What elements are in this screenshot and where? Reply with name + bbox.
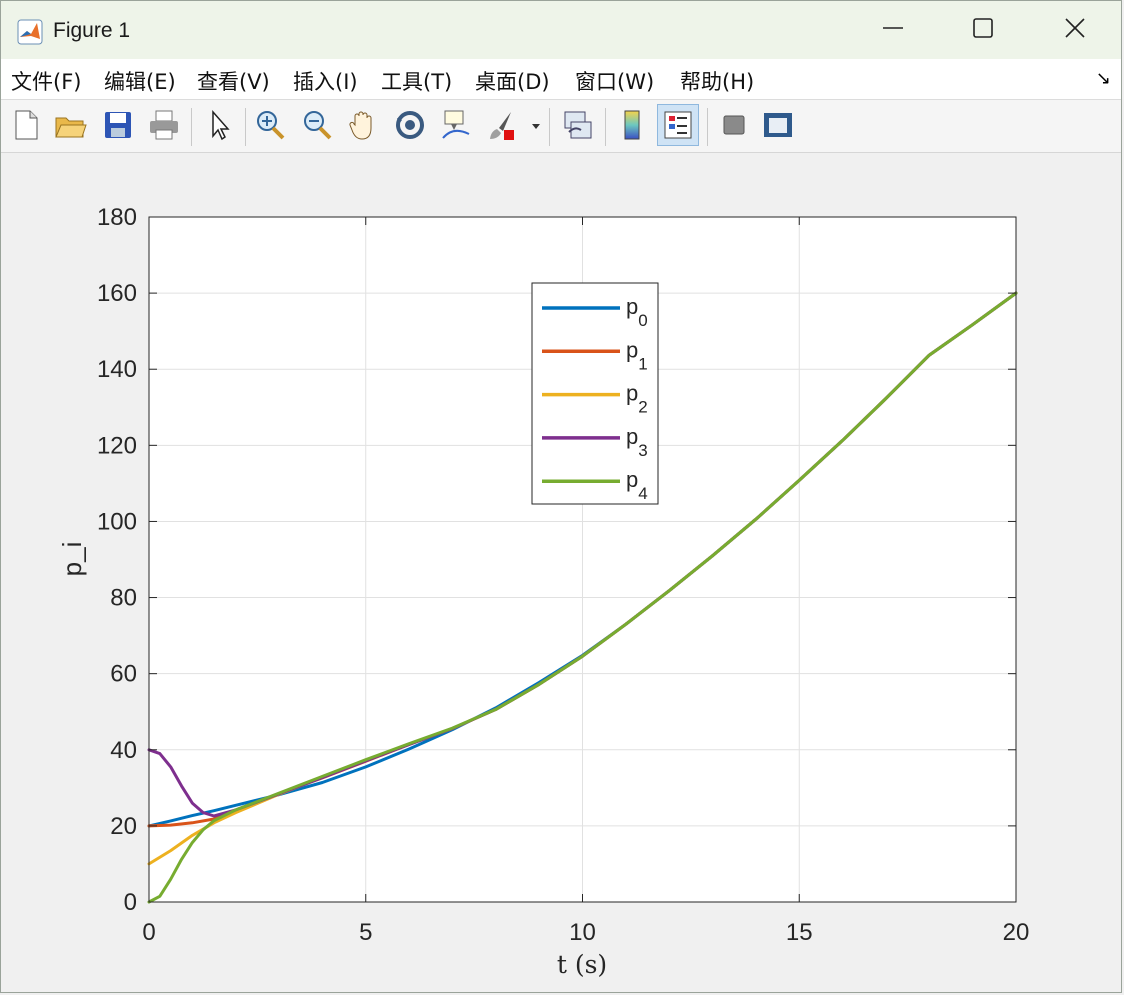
y-tick-label: 160 (97, 280, 137, 307)
y-tick-label: 80 (110, 585, 137, 612)
y-tick-label: 40 (110, 737, 137, 764)
legend-subscript: 1 (638, 354, 647, 373)
y-tick-label: 140 (97, 356, 137, 383)
x-tick-label: 20 (1003, 919, 1030, 946)
y-tick-label: 20 (110, 813, 137, 840)
legend-subscript: 2 (638, 398, 647, 417)
y-tick-label: 100 (97, 508, 137, 535)
legend-subscript: 4 (638, 484, 647, 503)
x-tick-label: 15 (786, 919, 813, 946)
x-tick-label: 0 (142, 919, 155, 946)
y-tick-label: 60 (110, 661, 137, 688)
x-tick-label: 10 (569, 919, 596, 946)
y-tick-label: 0 (124, 889, 137, 916)
x-tick-label: 5 (359, 919, 372, 946)
plot-area: 0 5 10 15 20020406080100120140160180 t (s) p… (57, 204, 1030, 979)
x-axis-label: t (s) (557, 950, 607, 979)
y-tick-label: 180 (97, 204, 137, 231)
figure-window: Figure 1 文件(F) 编辑(E) 查看(V) 插入(I) 工具(T) 桌… (0, 0, 1122, 993)
legend[interactable]: p0p1p2p3p4 (531, 282, 659, 505)
legend-subscript: 3 (638, 441, 647, 460)
y-axis-label: p_i (57, 542, 87, 577)
y-tick-label: 120 (97, 432, 137, 459)
legend-subscript: 0 (638, 311, 647, 330)
